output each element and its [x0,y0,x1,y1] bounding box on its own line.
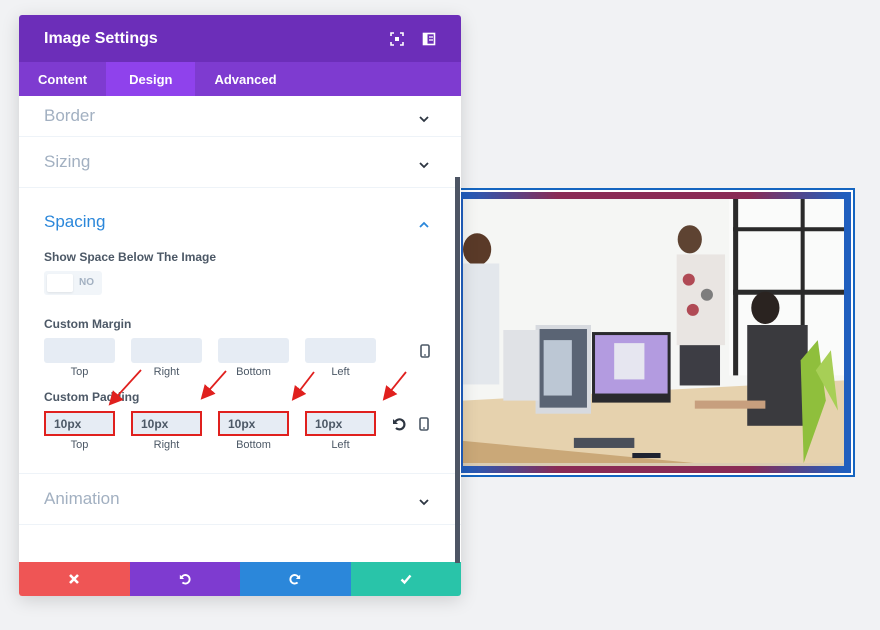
padding-left-input[interactable] [305,411,376,436]
reset-icon[interactable] [392,417,406,431]
padding-top-label: Top [70,439,89,451]
section-border-toggle[interactable]: Border [19,96,461,136]
margin-top-input[interactable] [44,338,115,363]
sidebar-toggle-icon[interactable] [422,32,436,46]
section-animation-toggle[interactable]: Animation [19,474,461,524]
modal-footer [19,562,461,596]
tab-content[interactable]: Content [19,62,106,96]
chevron-up-icon [419,217,429,228]
toggle-knob [47,274,73,292]
cancel-button[interactable] [19,562,130,596]
padding-bottom-input[interactable] [218,411,289,436]
fullscreen-icon[interactable] [390,31,404,46]
settings-body: Border Sizing Spacing Show Space Below T… [19,96,461,562]
margin-bottom-label: Bottom [236,366,271,378]
section-title: Spacing [44,212,106,231]
chevron-down-icon [419,494,429,506]
padding-bottom-label: Bottom [236,439,271,451]
settings-scrollbar[interactable] [455,177,460,563]
margin-left-label: Left [331,366,350,378]
custom-padding-label: Custom Padding [44,390,140,404]
section-spacing-toggle[interactable]: Spacing [19,188,461,256]
section-spacing: Spacing Show Space Below The Image NO Cu… [19,188,461,474]
modal-header: Image Settings [19,15,461,62]
undo-icon [179,574,191,585]
save-button[interactable] [350,562,461,596]
close-icon [69,574,80,584]
image-preview[interactable] [452,188,855,477]
section-title: Border [44,106,96,125]
show-space-label: Show Space Below The Image [44,250,217,264]
section-sizing: Sizing [19,137,461,188]
margin-left-input[interactable] [305,338,376,363]
image-border [456,192,851,473]
redo-button[interactable] [240,562,351,596]
margin-bottom-input[interactable] [218,338,289,363]
show-space-toggle[interactable]: NO [44,271,102,295]
office-photo [463,199,844,464]
modal-title: Image Settings [44,29,158,47]
tab-bar: Content Design Advanced [19,62,461,96]
margin-top-label: Top [70,366,89,378]
tab-design[interactable]: Design [106,62,196,96]
redo-icon [289,574,301,585]
section-border: Border [19,96,461,137]
margin-right-label: Right [153,366,180,378]
responsive-phone-icon[interactable] [419,343,431,358]
chevron-down-icon [419,157,429,169]
section-title: Sizing [44,152,91,171]
check-icon [400,574,412,585]
section-title: Animation [44,489,120,508]
tab-advanced[interactable]: Advanced [195,62,295,96]
padding-right-input[interactable] [131,411,202,436]
responsive-phone-icon[interactable] [418,416,430,431]
custom-margin-label: Custom Margin [44,317,132,331]
section-animation: Animation [19,474,461,525]
toggle-state: NO [79,277,94,288]
margin-right-input[interactable] [131,338,202,363]
padding-left-label: Left [331,439,350,451]
padding-top-input[interactable] [44,411,115,436]
image-settings-modal: Image Settings Content Design Advanced B… [19,15,461,596]
section-sizing-toggle[interactable]: Sizing [19,137,461,187]
chevron-down-icon [419,111,429,123]
undo-button[interactable] [129,562,240,596]
padding-right-label: Right [153,439,180,451]
